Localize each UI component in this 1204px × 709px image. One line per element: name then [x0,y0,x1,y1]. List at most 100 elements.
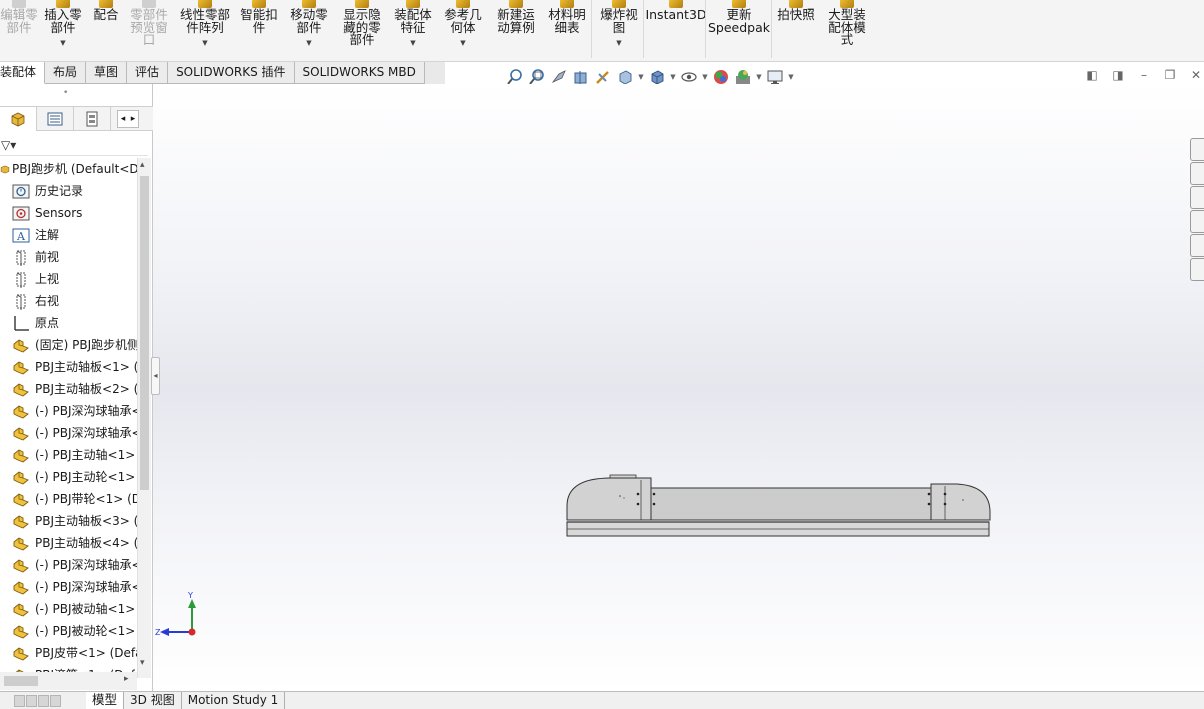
tree-item[interactable]: Sensors [0,202,137,224]
command-tab[interactable]: SOLIDWORKS MBD [294,62,425,84]
tree-item[interactable]: PBJ主动轴板<2> ( [0,378,137,400]
scroll-down-icon[interactable]: ▾ [140,658,145,668]
propertymanager-tab-icon[interactable] [37,107,74,131]
scroll-up-icon[interactable]: ▴ [140,160,145,170]
dropdown-arrow-icon[interactable]: ▼ [616,37,621,50]
tree-item[interactable]: 前视 [0,246,137,268]
first-tab-icon[interactable] [14,694,25,707]
scrollbar-thumb[interactable] [4,676,38,686]
command-tab[interactable]: 草图 [86,62,128,84]
dropdown-arrow-icon[interactable]: ▼ [410,37,415,50]
graphics-area[interactable]: Y Z [153,84,1204,691]
bottom-tab[interactable]: Motion Study 1 [182,692,286,709]
dropdown-arrow-icon[interactable]: ▼ [460,37,465,50]
tree-item[interactable]: (-) PBJ被动轴<1> [0,598,137,620]
bottom-tab[interactable]: 模型 [86,692,125,709]
part-icon [11,535,30,552]
ribbon-button[interactable]: 显示隐 藏的零 部件 [338,0,386,47]
view-orientation-dropdown-icon[interactable]: ▼ [637,73,645,81]
ribbon-button[interactable]: 参考几 何体 ▼ [440,0,486,50]
bottom-tab[interactable]: 3D 视图 [124,692,182,709]
tile-right-icon[interactable]: ◨ [1110,68,1126,82]
minimize-icon[interactable]: – [1136,68,1152,82]
ribbon-button[interactable]: 配合 [88,0,124,22]
featuremanager-tab-icon[interactable] [0,107,37,131]
ribbon-button[interactable]: 爆炸视 图 ▼ [596,0,642,50]
tree-item[interactable]: 历史记录 [0,180,137,202]
dropdown-arrow-icon[interactable]: ▼ [202,37,207,50]
tree-item[interactable]: PBJ主动轴板<3> ( [0,510,137,532]
tree-item[interactable]: 右视 [0,290,137,312]
assembly-icon [0,161,10,178]
tree-item[interactable]: PBJ主动轴板<4> ( [0,532,137,554]
scrollbar-thumb[interactable] [140,176,149,490]
tree-item[interactable]: PBJ主动轴板<1> ( [0,356,137,378]
ribbon-button[interactable]: 更新 Speedpak [708,0,770,34]
tree-item[interactable]: (-) PBJ被动轮<1> [0,620,137,642]
view-settings-dropdown-icon[interactable]: ▼ [787,73,795,81]
command-tab[interactable]: 评估 [127,62,169,84]
display-style-dropdown-icon[interactable]: ▼ [669,73,677,81]
ribbon-button[interactable]: 移动零 部件 ▼ [286,0,332,50]
ribbon-button[interactable]: 零部件 预览窗 口 [126,0,172,47]
pane-splitter[interactable]: ◂ [151,357,160,395]
hide-show-dropdown-icon[interactable]: ▼ [701,73,709,81]
close-icon[interactable]: ✕ [1188,68,1204,82]
pane-tab-scroll[interactable]: ◂ ▸ [117,110,139,128]
dropdown-arrow-icon[interactable]: ▼ [60,37,65,50]
configurationmanager-tab-icon[interactable] [74,107,111,131]
tree-item[interactable]: (-) PBJ深沟球轴承< [0,400,137,422]
design-library-icon[interactable] [1190,162,1204,185]
command-tab[interactable]: 布局 [45,62,87,84]
filter-icon[interactable]: ▽▾ [0,134,148,156]
tree-item[interactable]: (固定) PBJ跑步机侧 [0,334,137,356]
scroll-right-icon[interactable]: ▸ [128,111,138,127]
ribbon-button[interactable]: 智能扣 件 [236,0,282,34]
tile-left-icon[interactable]: ◧ [1084,68,1100,82]
tree-item[interactable]: PBJ皮带<1> (Defa [0,642,137,664]
ribbon-button[interactable]: 线性零部 件阵列 ▼ [176,0,234,50]
tree-item[interactable]: 原点 [0,312,137,334]
ribbon-button-label: 材料明 细表 [548,7,586,35]
prev-tab-icon[interactable] [26,694,37,707]
tree-root[interactable]: PBJ跑步机 (Default<D [0,158,137,180]
ribbon-button[interactable]: Instant3D [645,0,707,22]
tree-item[interactable]: (-) PBJ主动轴<1> [0,444,137,466]
pane-grip-icon[interactable]: • [63,88,68,98]
tree-item[interactable]: (-) PBJ主动轮<1> [0,466,137,488]
scroll-left-icon[interactable]: ◂ [118,111,128,127]
solidworks-resources-icon[interactable] [1190,138,1204,161]
next-tab-icon[interactable] [38,694,49,707]
command-tab[interactable]: 装配体 [0,62,46,84]
tree-horizontal-scrollbar[interactable]: ▸ [0,672,137,690]
ribbon-button[interactable]: 新建运 动算例 [492,0,540,34]
tree-item[interactable]: (-) PBJ深沟球轴承< [0,422,137,444]
tree-item[interactable]: (-) PBJ深沟球轴承< [0,576,137,598]
tree-item[interactable]: (-) PBJ带轮<1> (D [0,488,137,510]
custom-properties-icon[interactable] [1190,258,1204,281]
last-tab-icon[interactable] [50,694,61,707]
treadmill-model[interactable] [563,472,993,540]
tree-vertical-scrollbar[interactable]: ▴ ▾ [137,158,151,678]
ribbon-button[interactable]: 插入零 部件 ▼ [40,0,86,50]
ribbon-button[interactable]: 材料明 细表 [544,0,590,34]
tree-item[interactable]: A 注解 [0,224,137,246]
history-icon [11,183,30,200]
ribbon-button[interactable]: 大型装 配体模 式 [822,0,872,47]
command-tab[interactable]: SOLIDWORKS 插件 [168,62,295,84]
scroll-right-icon[interactable]: ▸ [124,674,129,684]
restore-icon[interactable]: ❐ [1162,68,1178,82]
view-palette-icon[interactable] [1190,210,1204,233]
dropdown-arrow-icon[interactable]: ▼ [306,37,311,50]
tree-item-label: (-) PBJ深沟球轴承< [35,404,137,418]
ribbon-button[interactable]: 拍快照 [776,0,816,22]
ribbon-button[interactable]: 编辑零 部件 [0,0,38,34]
apply-scene-dropdown-icon[interactable]: ▼ [755,73,763,81]
ribbon-button-label: 参考几 何体 [444,7,482,35]
file-explorer-icon[interactable] [1190,186,1204,209]
ribbon-button[interactable]: 装配体 特征 ▼ [390,0,436,50]
tree-item[interactable]: (-) PBJ深沟球轴承< [0,554,137,576]
appearances-scenes-icon[interactable] [1190,234,1204,257]
tree-item[interactable]: 上视 [0,268,137,290]
part-icon [11,359,30,376]
